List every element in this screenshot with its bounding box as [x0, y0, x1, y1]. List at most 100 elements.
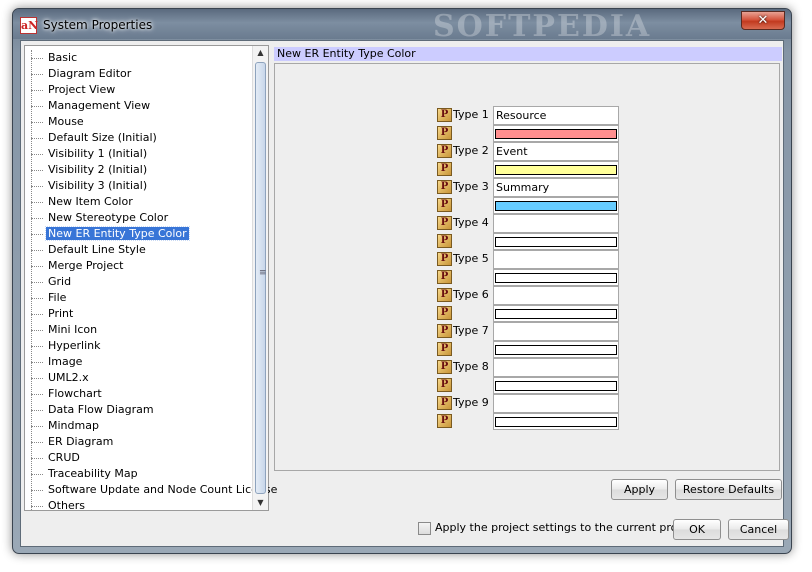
tree-item[interactable]: File — [25, 290, 253, 306]
tree-list: Basic Diagram Editor Project View Managemen… — [25, 50, 277, 514]
type-color-field[interactable] — [493, 125, 619, 142]
property-icon[interactable]: P — [437, 270, 452, 284]
apply-button[interactable]: Apply — [611, 479, 668, 500]
tree-item[interactable]: Management View — [25, 98, 253, 114]
tree-item[interactable]: Project View — [25, 82, 253, 98]
property-icon[interactable]: P — [437, 198, 452, 212]
tree-scrollbar[interactable]: ▲ ≡ ▼ — [252, 46, 268, 510]
type-label: Type 5 — [453, 252, 489, 265]
grip-icon: ≡ — [259, 268, 267, 278]
property-icon[interactable]: P — [437, 108, 452, 122]
tree-item[interactable]: Mini Icon — [25, 322, 253, 338]
type-name-field[interactable]: Event — [493, 142, 619, 161]
tree-item[interactable]: Diagram Editor — [25, 66, 253, 82]
property-icon[interactable]: P — [437, 396, 452, 410]
property-icon[interactable]: P — [437, 288, 452, 302]
type-color-field[interactable] — [493, 341, 619, 358]
property-icon[interactable]: P — [437, 342, 452, 356]
tree-item[interactable]: Visibility 3 (Initial) — [25, 178, 253, 194]
tree-item[interactable]: UML2.x — [25, 370, 253, 386]
tree-item[interactable]: Data Flow Diagram — [25, 402, 253, 418]
tree-item[interactable]: New Item Color — [25, 194, 253, 210]
tree-item-label: Hyperlink — [48, 339, 101, 352]
type-name-field[interactable] — [493, 358, 619, 377]
property-icon[interactable]: P — [437, 144, 452, 158]
property-icon[interactable]: P — [437, 414, 452, 428]
tree-item-label: Merge Project — [48, 259, 124, 272]
tree-item[interactable]: Image — [25, 354, 253, 370]
dialog-client-area: Basic Diagram Editor Project View Managemen… — [20, 40, 789, 547]
ok-button[interactable]: OK — [673, 519, 721, 540]
property-icon[interactable]: P — [437, 378, 452, 392]
tree-item-label: Image — [48, 355, 83, 368]
tree-item[interactable]: Mindmap — [25, 418, 253, 434]
type-color-grid: P Type 1 Resource P P Type 2 Event P P Type 3 Summ… — [437, 106, 619, 430]
property-icon[interactable]: P — [437, 126, 452, 140]
tree-item[interactable]: Default Size (Initial) — [25, 130, 253, 146]
property-icon[interactable]: P — [437, 360, 452, 374]
tree-item[interactable]: Print — [25, 306, 253, 322]
tree-item[interactable]: ER Diagram — [25, 434, 253, 450]
type-color-row: P — [437, 412, 619, 430]
type-color-field[interactable] — [493, 161, 619, 178]
tree-item[interactable]: Flowchart — [25, 386, 253, 402]
type-color-field[interactable] — [493, 305, 619, 322]
scroll-down-arrow-icon[interactable]: ▼ — [253, 496, 268, 510]
tree-item[interactable]: Merge Project — [25, 258, 253, 274]
type-color-field[interactable] — [493, 197, 619, 214]
apply-project-settings-checkbox[interactable] — [418, 521, 431, 535]
tree-item[interactable]: Visibility 1 (Initial) — [25, 146, 253, 162]
type-name-row: P Type 1 Resource — [437, 106, 619, 125]
tree-item-label: Management View — [48, 99, 151, 112]
tree-item[interactable]: Default Line Style — [25, 242, 253, 258]
tree-item[interactable]: Basic — [25, 50, 253, 66]
cancel-button[interactable]: Cancel — [728, 519, 789, 540]
property-icon[interactable]: P — [437, 234, 452, 248]
property-icon[interactable]: P — [437, 162, 452, 176]
type-name-field[interactable] — [493, 322, 619, 341]
tree-item[interactable]: Hyperlink — [25, 338, 253, 354]
close-button[interactable]: ✕ — [741, 11, 785, 30]
color-swatch — [495, 201, 617, 211]
restore-defaults-button[interactable]: Restore Defaults — [675, 479, 782, 500]
tree-item[interactable]: Software Update and Node Count License — [25, 482, 277, 498]
type-color-field[interactable] — [493, 233, 619, 250]
type-name-field[interactable]: Resource — [493, 106, 619, 125]
property-icon[interactable]: P — [437, 252, 452, 266]
tree-item[interactable]: Grid — [25, 274, 253, 290]
tree-item-label: Default Size (Initial) — [48, 131, 157, 144]
panel-header: New ER Entity Type Color — [274, 47, 782, 61]
type-label: Type 1 — [453, 108, 489, 121]
type-name-row: P Type 6 — [437, 286, 619, 305]
property-icon[interactable]: P — [437, 324, 452, 338]
type-color-field[interactable] — [493, 269, 619, 286]
type-name-field[interactable] — [493, 286, 619, 305]
color-swatch — [495, 309, 617, 319]
type-name-field[interactable] — [493, 214, 619, 233]
property-icon[interactable]: P — [437, 306, 452, 320]
scroll-thumb[interactable]: ≡ — [255, 62, 267, 494]
tree-item-label: Visibility 3 (Initial) — [48, 179, 148, 192]
type-name-field[interactable] — [493, 250, 619, 269]
scroll-up-arrow-icon[interactable]: ▲ — [253, 46, 268, 60]
type-color-field[interactable] — [493, 413, 619, 430]
watermark: SOFTPEDIA — [433, 9, 652, 44]
tree-item[interactable]: CRUD — [25, 450, 253, 466]
tree-item-label: Grid — [48, 275, 72, 288]
tree-item[interactable]: Others — [25, 498, 253, 514]
tree-item[interactable]: Mouse — [25, 114, 253, 130]
apply-project-settings[interactable]: Apply the project settings to the curren… — [418, 521, 698, 537]
property-icon[interactable]: P — [437, 180, 452, 194]
tree-item[interactable]: New Stereotype Color — [25, 210, 253, 226]
type-name-field[interactable] — [493, 394, 619, 413]
type-name-field[interactable]: Summary — [493, 178, 619, 197]
tree-item-label: Mouse — [48, 115, 84, 128]
tree-item-label: Print — [48, 307, 74, 320]
title-bar[interactable]: aN System Properties SOFTPEDIA ✕ — [13, 9, 791, 44]
type-color-field[interactable] — [493, 377, 619, 394]
tree-item[interactable]: Traceability Map — [25, 466, 253, 482]
property-icon[interactable]: P — [437, 216, 452, 230]
tree-item-label: UML2.x — [48, 371, 89, 384]
tree-item[interactable]: Visibility 2 (Initial) — [25, 162, 253, 178]
tree-item[interactable]: New ER Entity Type Color — [25, 226, 253, 242]
